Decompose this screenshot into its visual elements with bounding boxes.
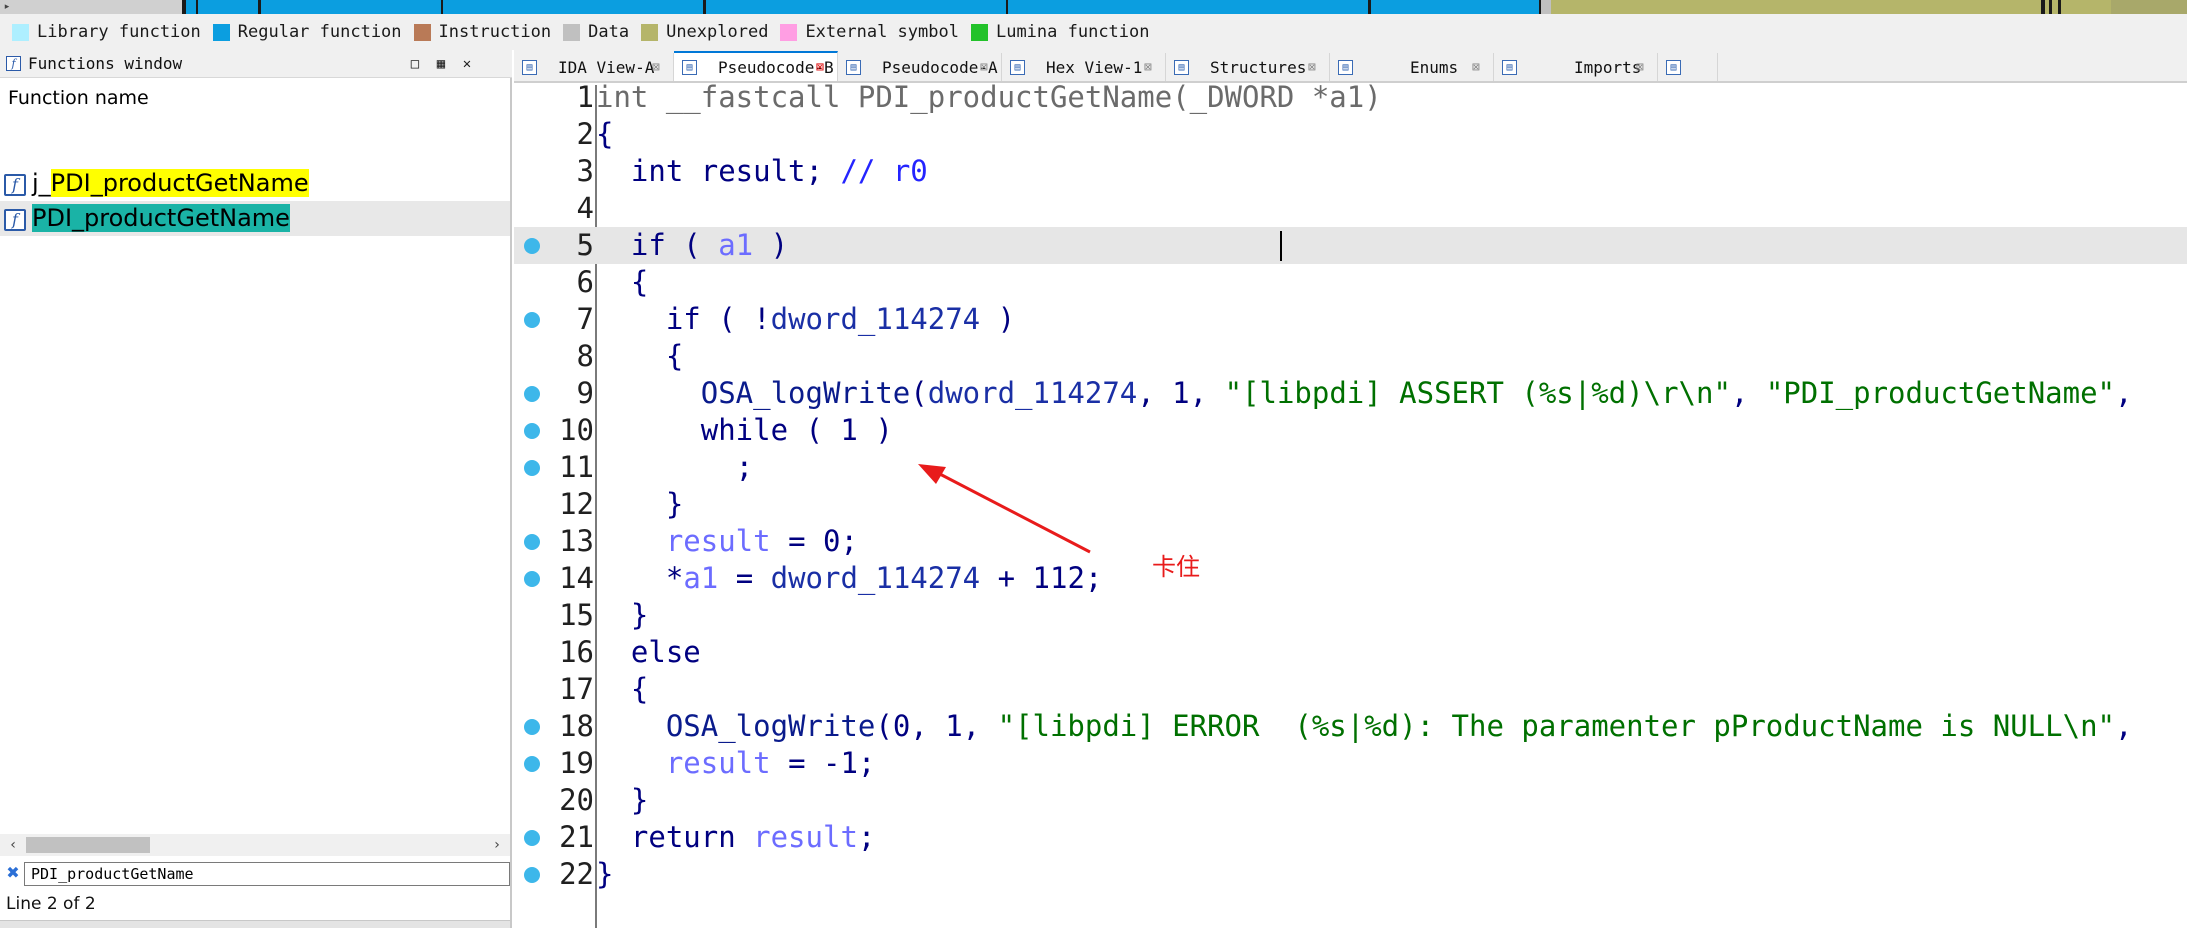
annotation-label: 卡住 [1152, 553, 1200, 581]
annotation-arrow [918, 464, 1091, 554]
